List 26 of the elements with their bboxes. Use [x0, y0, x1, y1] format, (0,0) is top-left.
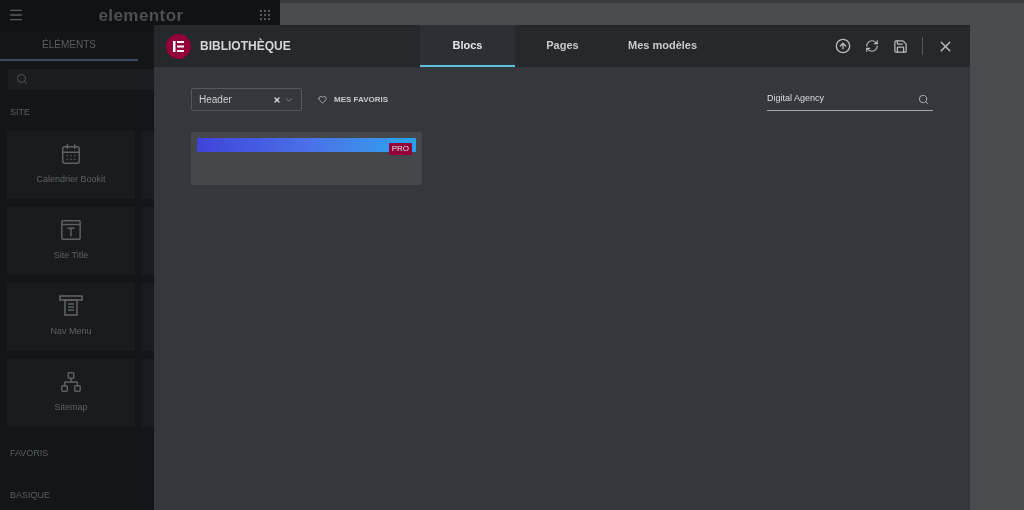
search-icon — [16, 73, 28, 86]
section-title: BASIQUE — [9, 488, 51, 502]
sitemap-icon — [60, 371, 82, 394]
favorites-link[interactable]: MES FAVORIS — [318, 93, 389, 106]
section-title: SITE — [9, 105, 31, 119]
library-tab[interactable]: Blocs — [420, 25, 515, 67]
template-card[interactable]: PRO — [191, 132, 422, 185]
clear-icon[interactable] — [273, 95, 281, 104]
library-tab[interactable]: Pages — [515, 25, 610, 67]
text-frame-icon — [60, 219, 82, 242]
sync-icon[interactable] — [865, 39, 879, 53]
app-logo — [166, 33, 191, 59]
library-tab[interactable]: Mes modèles — [610, 25, 716, 67]
heart-icon — [318, 95, 327, 104]
grid-icon[interactable] — [258, 8, 272, 23]
category-select[interactable]: Header — [191, 88, 302, 111]
pro-badge: PRO — [388, 143, 412, 155]
menu-list-icon — [59, 295, 83, 318]
calendar-icon — [60, 143, 82, 166]
modal-title: BIBLIOTHÈQUE — [200, 37, 292, 55]
section-title: FAVORIS — [9, 447, 50, 460]
search-icon — [918, 93, 929, 105]
brand-logo: elementor — [98, 4, 184, 27]
search-field[interactable]: Digital Agency — [767, 88, 933, 111]
save-icon[interactable] — [893, 38, 908, 54]
upload-icon[interactable] — [835, 38, 851, 54]
